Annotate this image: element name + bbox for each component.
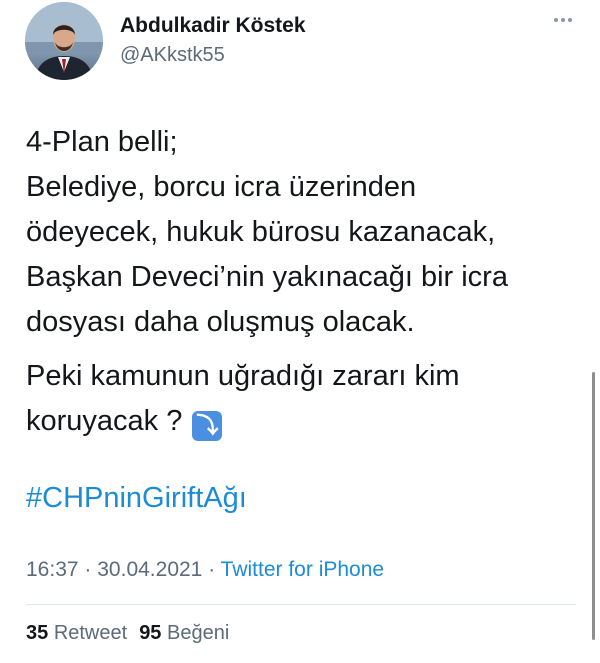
- more-dot: [561, 18, 565, 22]
- author-name[interactable]: Abdulkadir Köstek: [120, 14, 306, 38]
- tweet-time: 16:37: [26, 558, 79, 581]
- tweet-line: Belediye, borcu icra üzerinden: [26, 171, 417, 203]
- avatar[interactable]: [25, 2, 103, 80]
- tweet-card: Abdulkadir Köstek @AKkstk55 4-Plan belli…: [0, 0, 600, 663]
- tweet-line-text: koruyacak ?: [26, 405, 183, 437]
- author-handle[interactable]: @AKkstk55: [120, 44, 225, 67]
- tweet-stats: 35 Retweet 95 Beğeni: [26, 622, 229, 645]
- retweets-label: Retweet: [53, 622, 128, 644]
- meta-separator: ·: [208, 558, 216, 581]
- tweet-line: ödeyecek, hukuk bürosu kazanacak,: [26, 216, 496, 248]
- divider: [26, 604, 576, 605]
- tweet-paragraph-2: Peki kamunun uğradığı zararı kim koruyac…: [26, 354, 586, 444]
- tweet-meta: 16:37 · 30.04.2021 · Twitter for iPhone: [26, 558, 384, 582]
- scrollbar[interactable]: [592, 372, 595, 640]
- tweet-source-link[interactable]: Twitter for iPhone: [221, 558, 384, 581]
- more-dot: [554, 18, 558, 22]
- more-dot: [568, 18, 572, 22]
- tweet-paragraph-1: 4-Plan belli; Belediye, borcu icra üzeri…: [26, 120, 586, 345]
- likes-label: Beğeni: [167, 622, 230, 644]
- tweet-line: Başkan Deveci’nin yakınacağı bir icra: [26, 261, 508, 293]
- likes-count: 95: [139, 622, 162, 644]
- likes-stat[interactable]: 95 Beğeni: [139, 622, 229, 644]
- tweet-line: Peki kamunun uğradığı zararı kim: [26, 360, 460, 392]
- tweet-text: 4-Plan belli; Belediye, borcu icra üzeri…: [26, 120, 586, 444]
- arrow-curving-down-icon: ⤵: [192, 411, 223, 441]
- meta-separator: ·: [84, 558, 92, 581]
- tweet-date: 30.04.2021: [97, 558, 203, 581]
- hashtag-link[interactable]: #CHPninGiriftAğı: [26, 476, 247, 521]
- retweets-stat[interactable]: 35 Retweet: [26, 622, 127, 644]
- tweet-line: dosyası daha oluşmuş olacak.: [26, 306, 415, 338]
- tweet-line-with-emoji: koruyacak ? ⤵: [26, 399, 586, 444]
- retweets-count: 35: [26, 622, 49, 644]
- more-options-icon[interactable]: [548, 10, 578, 30]
- avatar-photo: [25, 2, 103, 80]
- tweet-line: 4-Plan belli;: [26, 126, 178, 158]
